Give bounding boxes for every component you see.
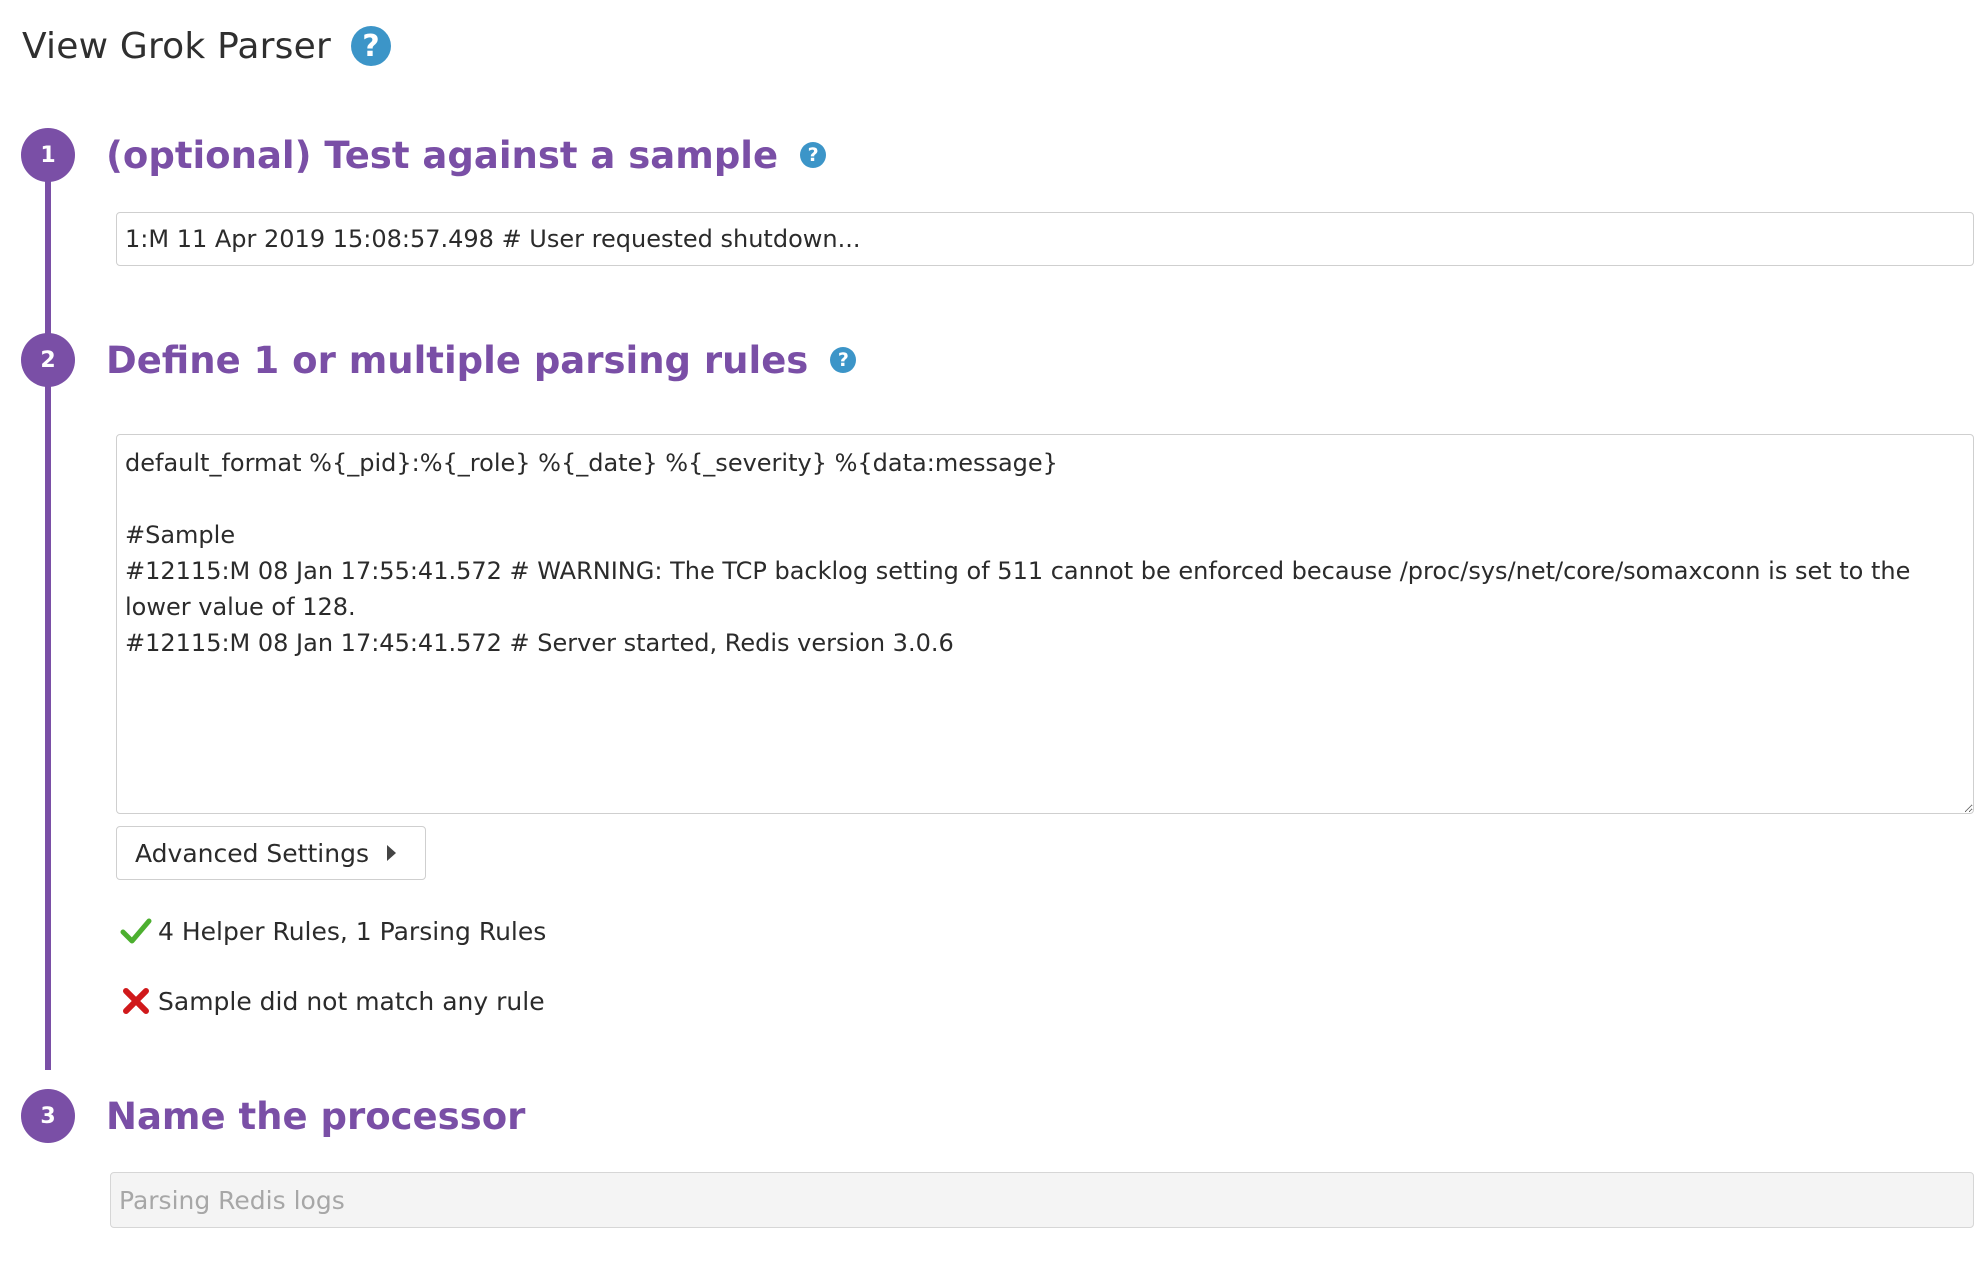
step-title: (optional) Test against a sample (106, 133, 779, 177)
parsing-rules-textarea[interactable]: default_format %{_pid}:%{_role} %{_date}… (116, 434, 1974, 814)
step-number: 1 (40, 142, 56, 168)
step-title: Define 1 or multiple parsing rules (106, 338, 809, 382)
step-number-badge: 3 (21, 1089, 75, 1143)
rules-summary-text: 4 Helper Rules, 1 Parsing Rules (158, 916, 547, 946)
step-connector-line (45, 130, 51, 1070)
question-circle-icon[interactable]: ? (830, 347, 857, 373)
question-circle-icon[interactable]: ? (800, 142, 827, 168)
step-number: 2 (40, 347, 56, 373)
question-circle-icon[interactable]: ? (350, 26, 391, 66)
page-title: View Grok Parser (22, 25, 331, 67)
match-result-status: Sample did not match any rule (120, 985, 545, 1017)
processor-name-input[interactable] (110, 1172, 1974, 1228)
step-number: 3 (40, 1103, 56, 1129)
step-number-badge: 2 (21, 333, 75, 387)
step-1-header: (optional) Test against a sample ? (106, 128, 827, 182)
step-2-header: Define 1 or multiple parsing rules ? (106, 333, 857, 387)
cross-icon (123, 988, 149, 1014)
rules-summary-status: 4 Helper Rules, 1 Parsing Rules (120, 915, 546, 947)
advanced-settings-button[interactable]: Advanced Settings (116, 826, 426, 880)
match-result-text: Sample did not match any rule (158, 986, 545, 1016)
advanced-settings-label: Advanced Settings (135, 838, 369, 868)
step-title: Name the processor (106, 1094, 526, 1138)
step-3-header: Name the processor (106, 1089, 525, 1143)
check-icon (120, 918, 152, 944)
step-number-badge: 1 (21, 128, 75, 182)
sample-log-input[interactable] (116, 212, 1974, 266)
caret-right-icon (386, 845, 396, 861)
page-header: View Grok Parser ? (22, 18, 391, 74)
